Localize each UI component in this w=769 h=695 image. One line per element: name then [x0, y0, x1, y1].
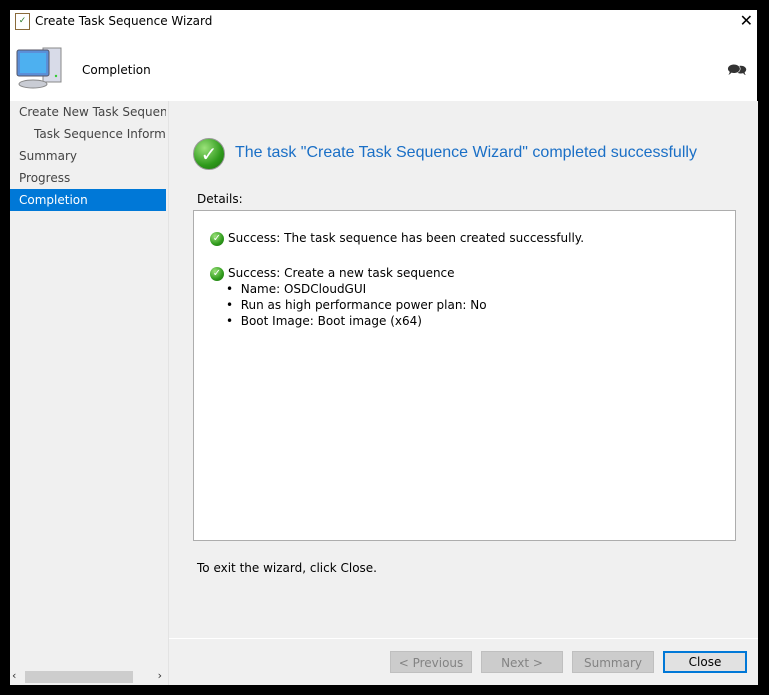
divider — [169, 638, 758, 639]
task-sequence-icon: ✓ — [15, 13, 30, 30]
bullet-text: Name: OSDCloudGUI — [240, 282, 367, 296]
wizard-window: ✓ Create Task Sequence Wizard ✕ Completi… — [10, 10, 758, 685]
wizard-header: Completion 🗪 — [10, 33, 757, 101]
success-check-icon: ✓ — [210, 231, 224, 246]
nav-item-task-sequence-information[interactable]: Task Sequence Information — [10, 123, 166, 145]
success-check-icon: ✓ — [193, 138, 225, 170]
nav-horizontal-scrollbar[interactable]: ‹ › — [10, 669, 166, 685]
scroll-left-icon[interactable]: ‹ — [12, 669, 16, 682]
nav-item-create-new-task-sequence[interactable]: Create New Task Sequence — [10, 101, 166, 123]
title-bar: ✓ Create Task Sequence Wizard ✕ — [10, 10, 757, 33]
detail-bullet: • Boot Image: Boot image (x64) — [226, 314, 422, 328]
next-button[interactable]: Next > — [481, 651, 563, 673]
bullet-text: Run as high performance power plan: No — [240, 298, 487, 312]
scrollbar-thumb[interactable] — [25, 671, 133, 683]
close-button[interactable]: Close — [663, 651, 747, 673]
details-label: Details: — [197, 192, 243, 206]
summary-button[interactable]: Summary — [572, 651, 654, 673]
previous-button[interactable]: < Previous — [390, 651, 472, 673]
nav-item-summary[interactable]: Summary — [10, 145, 166, 167]
page-header-title: Completion — [82, 63, 151, 77]
nav-item-progress[interactable]: Progress — [10, 167, 166, 189]
nav-item-completion[interactable]: Completion — [10, 189, 166, 211]
detail-bullet: • Name: OSDCloudGUI — [226, 282, 367, 296]
wizard-nav: Create New Task Sequence Task Sequence I… — [10, 101, 166, 669]
details-box: ✓ Success: The task sequence has been cre… — [193, 210, 736, 541]
window-title: Create Task Sequence Wizard — [35, 14, 213, 28]
close-window-icon[interactable]: ✕ — [740, 11, 753, 30]
success-check-icon: ✓ — [210, 266, 224, 281]
computer-icon — [16, 47, 62, 89]
detail-text: Success: Create a new task sequence — [228, 266, 455, 280]
detail-text: Success: The task sequence has been crea… — [228, 231, 585, 245]
help-icon[interactable]: 🗪 — [727, 59, 747, 86]
detail-line: ✓ Success: Create a new task sequence — [210, 266, 455, 281]
completion-headline: The task "Create Task Sequence Wizard" c… — [235, 144, 697, 161]
detail-line: ✓ Success: The task sequence has been cre… — [210, 231, 584, 246]
exit-instructions: To exit the wizard, click Close. — [197, 561, 377, 575]
content-panel: ✓ The task "Create Task Sequence Wizard"… — [168, 101, 758, 685]
scroll-right-icon[interactable]: › — [158, 669, 162, 682]
bullet-text: Boot Image: Boot image (x64) — [240, 314, 422, 328]
detail-bullet: • Run as high performance power plan: No — [226, 298, 487, 312]
